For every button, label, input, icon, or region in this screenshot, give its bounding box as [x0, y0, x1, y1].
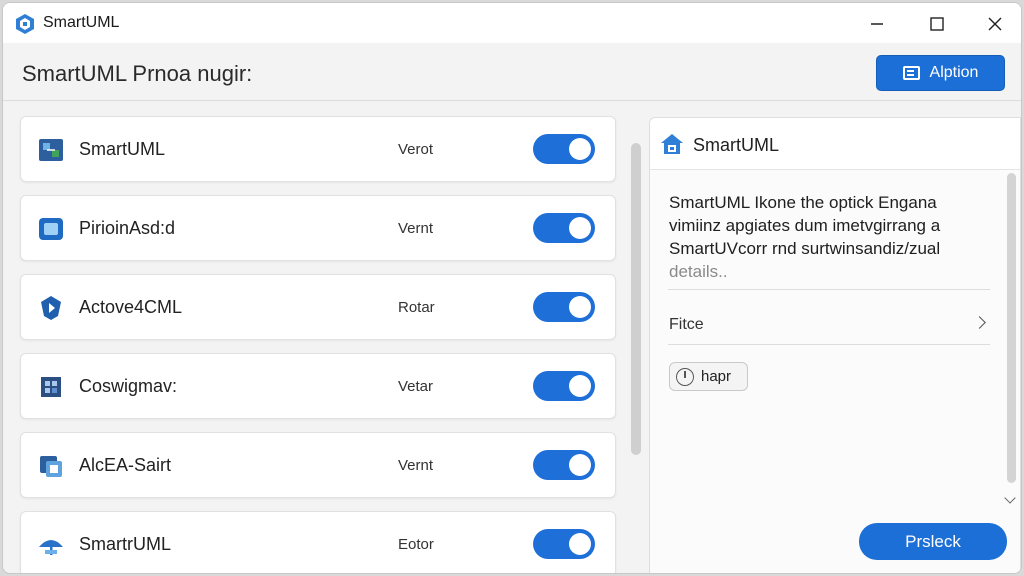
chevron-right-icon [973, 316, 986, 329]
plugin-status: Rotar [398, 299, 435, 316]
field-label: Fitce [669, 316, 704, 333]
grid-bracket-icon [41, 377, 61, 397]
action-button[interactable]: Alption [876, 55, 1005, 91]
plugin-name: PirioinAsd:d [79, 218, 176, 238]
plugin-card[interactable]: Coswigmav: Vetar [20, 353, 616, 419]
page-title: SmartUML Prnoa nugir: [22, 61, 253, 86]
description-line: SmartUVcorr rnd surtwinsandiz/zual [669, 239, 941, 258]
clock-icon [676, 367, 694, 386]
plugin-card[interactable]: PirioinAsd:d Vernt [20, 195, 616, 261]
document-icon [902, 66, 920, 80]
plugin-name: Coswigmav: [79, 376, 178, 396]
plugin-card[interactable]: SmartrUML Eotor [20, 511, 616, 573]
plugin-toggle[interactable] [533, 371, 595, 401]
maximize-button[interactable] [915, 9, 959, 39]
plugin-name: SmartUML [79, 139, 166, 159]
description-line: vimiinz apgiates dum imetvgirrang a [669, 216, 941, 235]
plugin-toggle[interactable] [533, 134, 595, 164]
details-header: SmartUML [650, 118, 1020, 170]
stacked-squares-icon [40, 456, 62, 477]
window-title: SmartUML [43, 14, 120, 31]
tag-chip[interactable]: hapr [669, 362, 748, 391]
details-description: SmartUML Ikone the optick Engana vimiinz… [669, 191, 979, 283]
house-network-icon [661, 134, 683, 154]
plugin-status: Vetar [398, 378, 434, 395]
uml-diagram-icon [39, 139, 63, 161]
divider [668, 344, 990, 345]
umbrella-icon [39, 540, 63, 555]
close-icon [988, 17, 1002, 31]
primary-button[interactable]: Prsleck [859, 523, 1007, 560]
action-button-label: Alption [929, 64, 979, 81]
app-window: SmartUML SmartUML Prnoa nugir: Alption S [2, 2, 1022, 574]
minimize-icon [871, 23, 883, 25]
maximize-icon [930, 17, 944, 31]
field-row[interactable]: Fitce [668, 304, 990, 344]
plugin-name: Actove4CML [79, 297, 183, 317]
plugin-card[interactable]: SmartUML Verot [20, 116, 616, 182]
minimize-button[interactable] [855, 9, 899, 39]
chip-label: hapr [701, 368, 732, 385]
panel-scrollbar[interactable] [1007, 173, 1016, 483]
plugin-card[interactable]: Actove4CML Rotar [20, 274, 616, 340]
plugin-name: SmartrUML [79, 534, 172, 554]
divider [668, 289, 990, 290]
description-line: SmartUML Ikone the optick Engana [669, 193, 937, 212]
plugin-toggle[interactable] [533, 450, 595, 480]
plugin-list: SmartUML Verot PirioinAsd:d Vernt Actove… [3, 102, 629, 573]
details-panel: SmartUML SmartUML Ikone the optick Engan… [649, 117, 1021, 573]
plugin-status: Vernt [398, 457, 434, 474]
plugin-status: Eotor [398, 536, 434, 553]
shield-arrow-icon [41, 296, 61, 320]
list-scrollbar[interactable] [631, 143, 641, 455]
details-title: SmartUML [693, 135, 780, 155]
plugin-toggle[interactable] [533, 529, 595, 559]
app-logo-icon [16, 14, 34, 34]
close-button[interactable] [973, 9, 1017, 39]
plugin-status: Verot [398, 141, 434, 158]
plugin-toggle[interactable] [533, 292, 595, 322]
page-header: SmartUML Prnoa nugir: Alption [3, 43, 1021, 101]
description-line: details.. [669, 262, 728, 281]
plugin-toggle[interactable] [533, 213, 595, 243]
plugin-card[interactable]: AlcEA-Sairt Vernt [20, 432, 616, 498]
plugin-name: AlcEA-Sairt [79, 455, 172, 475]
plugin-status: Vernt [398, 220, 434, 237]
chevron-down-icon[interactable] [1004, 492, 1016, 504]
window-frame-icon [39, 218, 63, 240]
title-bar: SmartUML [3, 3, 1021, 43]
